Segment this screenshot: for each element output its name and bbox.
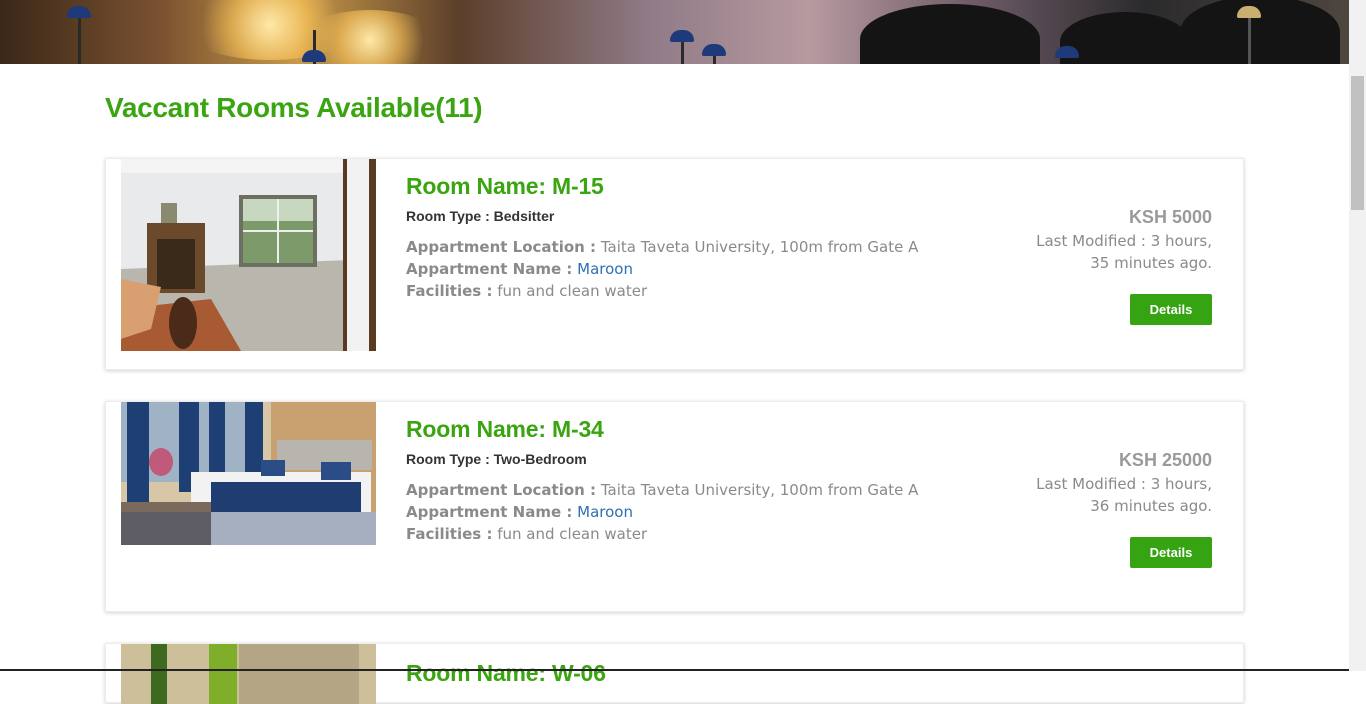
apartment-link[interactable]: Maroon (577, 260, 633, 278)
room-name[interactable]: Room Name: M-34 (406, 416, 1026, 443)
page-title: Vaccant Rooms Available(11) (105, 92, 483, 123)
last-modified-line1: Last Modified : 3 hours, (1036, 475, 1212, 493)
last-modified-line2: 36 minutes ago. (1090, 497, 1212, 515)
details-button[interactable]: Details (1130, 537, 1212, 568)
location-row: Appartment Location : Taita Taveta Unive… (406, 479, 1026, 501)
room-card: Room Name: M-15 Room Type : Bedsitter Ap… (105, 158, 1244, 370)
room-price: KSH 5000 (1128, 207, 1212, 227)
location-label: Appartment Location : (406, 238, 597, 256)
header-banner-image (0, 0, 1349, 64)
room-price: KSH 25000 (1118, 450, 1212, 470)
room-photo-image (121, 402, 376, 545)
location-row: Appartment Location : Taita Taveta Unive… (406, 236, 1026, 258)
last-modified-line1: Last Modified : 3 hours, (1036, 232, 1212, 250)
facilities-row: Facilities : fun and clean water (406, 280, 1026, 302)
room-name[interactable]: Room Name: W-06 (406, 660, 1026, 687)
facilities-label: Facilities : (406, 525, 493, 543)
facilities-label: Facilities : (406, 282, 493, 300)
room-photo-image (121, 644, 376, 704)
room-card: Room Name: M-34 Room Type : Two-Bedroom … (105, 401, 1244, 612)
apartment-label: Appartment Name : (406, 503, 573, 521)
room-photo[interactable] (121, 644, 376, 704)
room-photo[interactable] (121, 402, 376, 545)
location-value: Taita Taveta University, 100m from Gate … (600, 238, 919, 256)
price-panel: KSH 25000 Last Modified : 3 hours, 36 mi… (992, 450, 1212, 568)
apartment-link[interactable]: Maroon (577, 503, 633, 521)
location-value: Taita Taveta University, 100m from Gate … (600, 481, 919, 499)
last-modified: Last Modified : 3 hours, 36 minutes ago. (992, 473, 1212, 517)
scrollbar-thumb[interactable] (1351, 76, 1364, 210)
last-modified-line2: 35 minutes ago. (1090, 254, 1212, 272)
room-info: Room Name: W-06 (406, 658, 1026, 687)
apartment-label: Appartment Name : (406, 260, 573, 278)
room-photo-image (121, 159, 376, 351)
room-name[interactable]: Room Name: M-15 (406, 173, 1026, 200)
details-button[interactable]: Details (1130, 294, 1212, 325)
location-label: Appartment Location : (406, 481, 597, 499)
room-info: Room Name: M-15 Room Type : Bedsitter Ap… (406, 173, 1026, 302)
room-type: Room Type : Two-Bedroom (406, 451, 587, 467)
facilities-value: fun and clean water (497, 282, 648, 300)
room-card: Room Name: W-06 (105, 643, 1244, 704)
apartment-row: Appartment Name : Maroon (406, 258, 1026, 280)
apartment-row: Appartment Name : Maroon (406, 501, 1026, 523)
price-panel: KSH 5000 Last Modified : 3 hours, 35 min… (992, 207, 1212, 325)
last-modified: Last Modified : 3 hours, 35 minutes ago. (992, 230, 1212, 274)
facilities-row: Facilities : fun and clean water (406, 523, 1026, 545)
room-info: Room Name: M-34 Room Type : Two-Bedroom … (406, 416, 1026, 545)
room-type: Room Type : Bedsitter (406, 208, 555, 224)
vertical-scrollbar[interactable] (1349, 0, 1366, 671)
facilities-value: fun and clean water (497, 525, 648, 543)
room-photo[interactable] (121, 159, 376, 351)
